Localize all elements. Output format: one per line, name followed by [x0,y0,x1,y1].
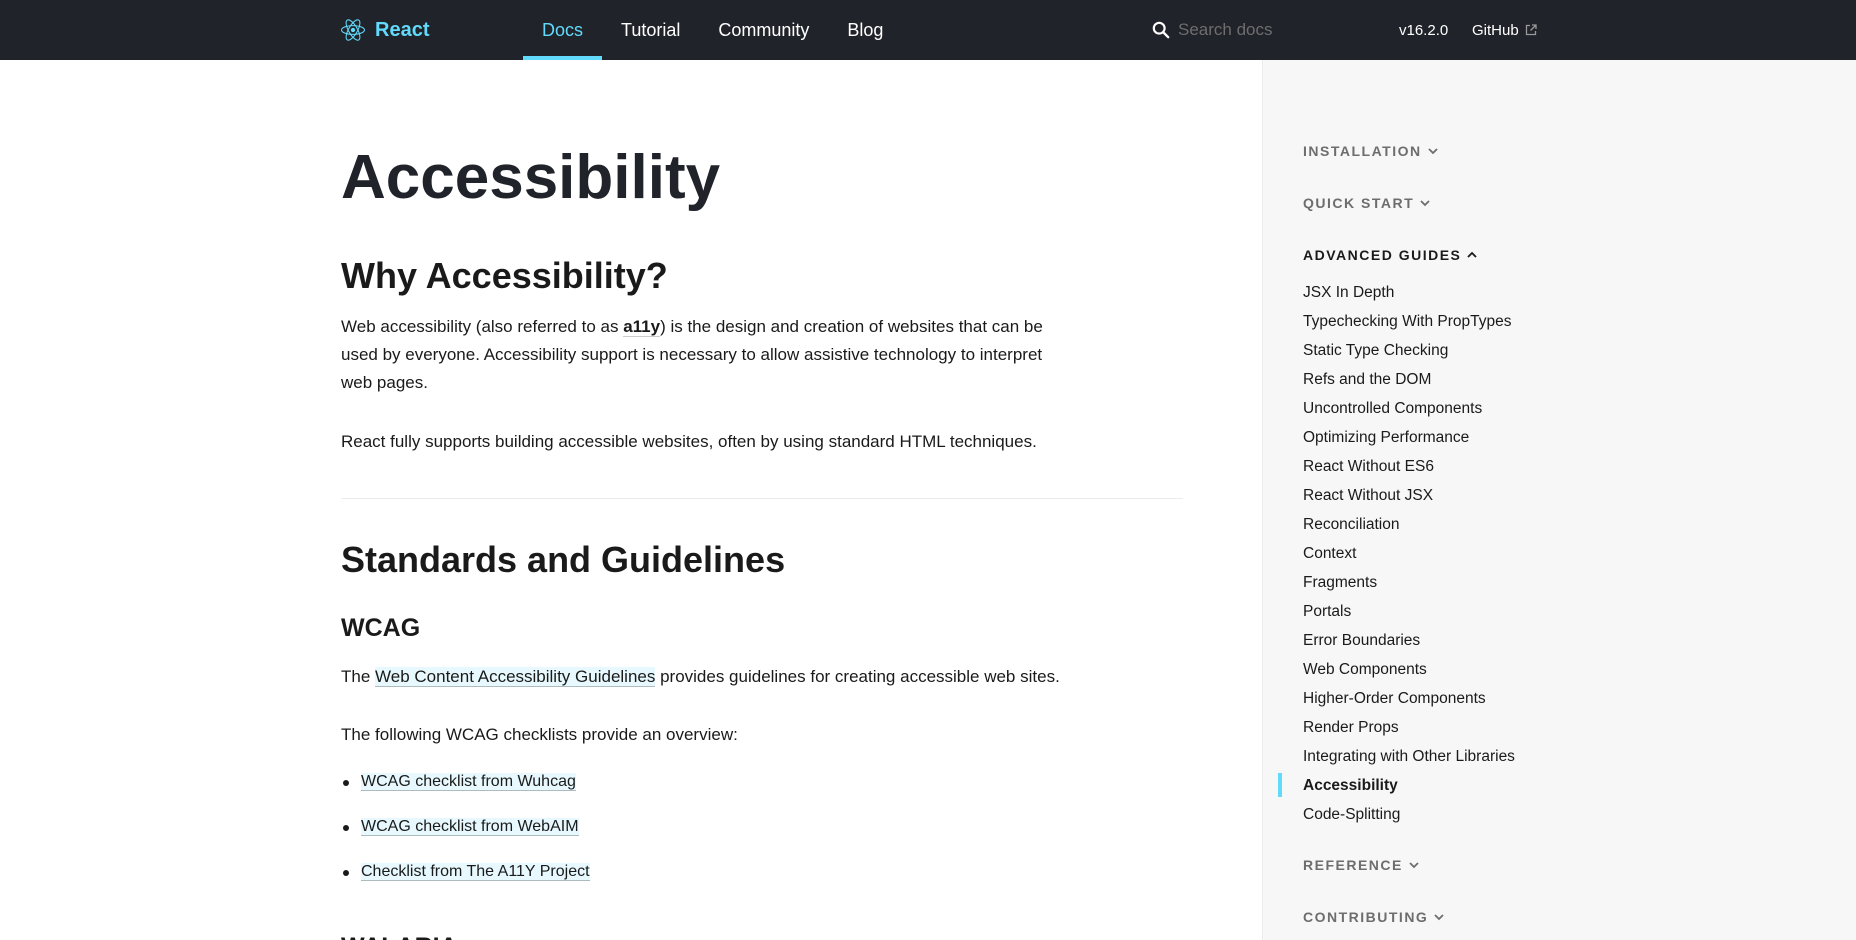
search-icon [1152,21,1170,39]
sidebar-item-react-without-es6[interactable]: React Without ES6 [1303,457,1515,486]
sidebar-item-reconciliation[interactable]: Reconciliation [1303,515,1515,544]
brand-name: React [375,18,430,41]
sidebar-section-reference[interactable]: REFERENCE [1303,857,1419,873]
heading-standards-guidelines: Standards and Guidelines [341,539,786,580]
github-label: GitHub [1472,21,1519,39]
search-box [1152,0,1378,60]
paragraph-checklist-intro: The following WCAG checklists provide an… [341,725,738,744]
sidebar-section-installation[interactable]: INSTALLATION [1303,143,1438,159]
heading-wai-aria: WAI-ARIA [341,932,458,940]
sidebar-item-optimizing-performance[interactable]: Optimizing Performance [1303,428,1515,457]
nav-tutorial[interactable]: Tutorial [602,0,699,60]
list-item: WCAG checklist from WebAIM [341,813,590,841]
sidebar-item-accessibility[interactable]: Accessibility [1278,773,1515,805]
paragraph-wcag: The Web Content Accessibility Guidelines… [341,663,1141,691]
heading-wcag: WCAG [341,614,421,642]
chevron-down-icon [1420,200,1430,207]
wcag-checklist-list: WCAG checklist from Wuhcag WCAG checklis… [341,768,590,903]
chevron-up-icon [1467,251,1478,258]
sidebar-section-contributing[interactable]: CONTRIBUTING [1303,909,1444,925]
paragraph-react-supports: React fully supports building accessible… [341,432,1037,451]
sidebar-item-typechecking-proptypes[interactable]: Typechecking With PropTypes [1303,312,1515,341]
react-home-link[interactable]: React [341,0,429,60]
react-atom-logo-icon [341,19,365,41]
sidebar-item-code-splitting[interactable]: Code-Splitting [1303,805,1515,834]
sidebar-item-static-type-checking[interactable]: Static Type Checking [1303,341,1515,370]
sidebar-item-integrating-other-libraries[interactable]: Integrating with Other Libraries [1303,747,1515,776]
search-input[interactable] [1178,20,1378,40]
sidebar-item-render-props[interactable]: Render Props [1303,718,1515,747]
section-label: ADVANCED GUIDES [1303,247,1462,263]
sidebar-section-quick-start[interactable]: QUICK START [1303,195,1430,211]
section-label: QUICK START [1303,195,1415,211]
sidebar-item-portals[interactable]: Portals [1303,602,1515,631]
sidebar-item-react-without-jsx[interactable]: React Without JSX [1303,486,1515,515]
chevron-down-icon [1427,148,1438,155]
sidebar-item-higher-order-components[interactable]: Higher-Order Components [1303,689,1515,718]
chevron-down-icon [1409,862,1419,869]
wuhcag-checklist-link[interactable]: WCAG checklist from Wuhcag [361,773,576,791]
nav-docs[interactable]: Docs [523,0,603,60]
sidebar-item-error-boundaries[interactable]: Error Boundaries [1303,631,1515,660]
heading-why-accessibility: Why Accessibility? [341,255,668,296]
list-item: WCAG checklist from Wuhcag [341,768,590,796]
sidebar-item-uncontrolled-components[interactable]: Uncontrolled Components [1303,399,1515,428]
wcag-guidelines-link[interactable]: Web Content Accessibility Guidelines [375,667,656,687]
section-divider [341,498,1183,499]
nav-community[interactable]: Community [699,0,828,60]
sidebar-item-fragments[interactable]: Fragments [1303,573,1515,602]
sidebar-item-jsx-in-depth[interactable]: JSX In Depth [1303,283,1515,312]
top-navigation-bar: React Docs Tutorial Community Blog v16.2… [0,0,1856,60]
section-label: INSTALLATION [1303,143,1422,159]
sidebar-section-advanced-guides[interactable]: ADVANCED GUIDES [1303,247,1478,263]
sidebar-item-refs-and-dom[interactable]: Refs and the DOM [1303,370,1515,399]
github-link[interactable]: GitHub [1472,0,1537,60]
version-link[interactable]: v16.2.0 [1399,0,1448,60]
paragraph-web-accessibility: Web accessibility (also referred to as a… [341,313,1051,397]
sidebar-item-web-components[interactable]: Web Components [1303,660,1515,689]
a11y-term: a11y [623,317,661,337]
webaim-checklist-link[interactable]: WCAG checklist from WebAIM [361,818,579,836]
list-item: Checklist from The A11Y Project [341,858,590,886]
text-segment: Web accessibility (also referred to as [341,317,624,336]
sidebar-item-context[interactable]: Context [1303,544,1515,573]
a11y-project-checklist-link[interactable]: Checklist from The A11Y Project [361,863,590,881]
section-label: CONTRIBUTING [1303,909,1429,925]
main-nav: Docs Tutorial Community Blog [523,0,902,60]
chevron-down-icon [1434,914,1444,921]
external-link-icon [1525,24,1537,36]
advanced-guides-list: JSX In Depth Typechecking With PropTypes… [1278,283,1515,834]
article-content: Accessibility Why Accessibility? Web acc… [341,60,1183,940]
docs-sidebar: INSTALLATION QUICK START ADVANCED GUIDES… [1262,60,1856,940]
page-title: Accessibility [341,143,721,212]
text-segment: provides guidelines for creating accessi… [655,667,1060,686]
text-segment: The [341,667,376,686]
section-label: REFERENCE [1303,857,1403,873]
nav-blog[interactable]: Blog [828,0,902,60]
